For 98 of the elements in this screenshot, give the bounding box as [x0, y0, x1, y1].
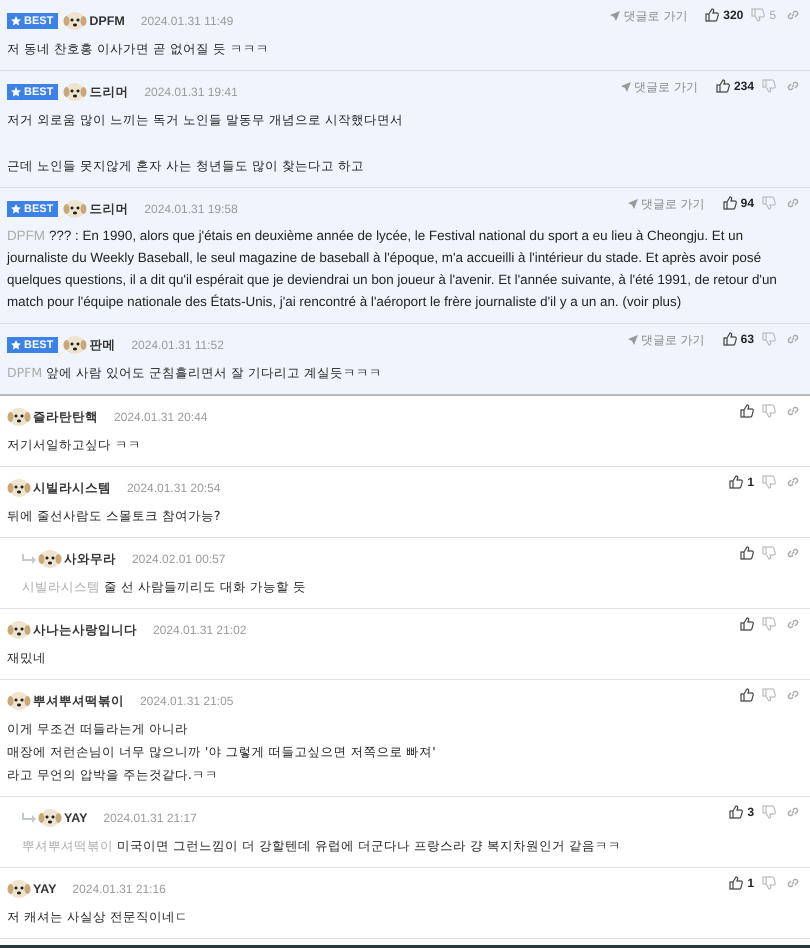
- comment-date: 2024.01.31 19:58: [144, 202, 238, 216]
- thumbs-down-icon[interactable]: [762, 404, 776, 418]
- author-name[interactable]: 시빌라시스템: [33, 480, 111, 496]
- comment-text: 매장에 저런손님이 너무 많으니까 '야 그렇게 떠들고싶으면 저쪽으로 빠져': [7, 743, 437, 761]
- comment-text: 저 캐셔는 사실상 전문직이네ㄷ: [7, 908, 189, 926]
- reply-arrow-icon: [22, 813, 36, 823]
- best-badge: BEST: [7, 201, 58, 217]
- thumbs-up-icon[interactable]: [716, 79, 730, 93]
- thumbs-up-icon[interactable]: [740, 688, 754, 702]
- like-count: 320: [723, 8, 744, 22]
- comment-text: 저 동네 찬호홍 이사가면 곧 없어질 듯 ㅋㅋㅋ: [7, 40, 270, 58]
- thumbs-down-icon[interactable]: [762, 546, 776, 560]
- comment-date: 2024.01.31 21:16: [72, 882, 166, 896]
- avatar-icon: [7, 476, 31, 500]
- comment-text: 이게 무조건 떠들라는게 아니라: [7, 720, 189, 738]
- thumbs-up-icon[interactable]: [740, 404, 754, 418]
- comment-date: 2024.01.31 20:54: [127, 481, 220, 495]
- author-name[interactable]: 드리머: [89, 200, 128, 218]
- best-badge: BEST: [7, 84, 58, 100]
- thumbs-up-icon[interactable]: [729, 475, 744, 489]
- thumbs-up-icon[interactable]: [740, 617, 754, 631]
- like-count: 234: [734, 79, 754, 93]
- comment-date: 2024.01.31 21:02: [153, 623, 246, 637]
- thumbs-down-icon[interactable]: [762, 617, 776, 631]
- avatar-icon: [7, 689, 31, 713]
- thumbs-up-icon[interactable]: [705, 8, 720, 22]
- link-icon[interactable]: [786, 546, 800, 560]
- comment-text: DPFM 앞에 사람 있어도 군침흘리면서 잘 기다리고 계실듯ㅋㅋㅋ: [7, 364, 383, 382]
- send-arrow-icon[interactable]: [628, 199, 638, 209]
- link-icon[interactable]: [786, 79, 800, 93]
- avatar-icon: [63, 9, 88, 33]
- thumbs-up-icon[interactable]: [740, 546, 754, 560]
- thumbs-down-icon[interactable]: [751, 8, 766, 22]
- author-name[interactable]: 사나는사랑입니다: [33, 622, 137, 638]
- like-count: 1: [747, 475, 754, 489]
- best-badge: BEST: [7, 13, 58, 29]
- thumbs-down-icon[interactable]: [762, 805, 776, 819]
- thumbs-up-icon[interactable]: [722, 332, 737, 346]
- thumbs-down-icon[interactable]: [762, 196, 776, 210]
- like-count: 3: [747, 805, 754, 819]
- comment-date: 2024.01.31 11:49: [140, 14, 234, 28]
- comment-text: 재밌네: [7, 649, 47, 667]
- author-name[interactable]: YAY: [64, 811, 88, 825]
- author-name[interactable]: 뿌셔뿌셔떡볶이: [33, 692, 124, 710]
- comment-text: 저기서일하고싶다 ㅋㅋ: [7, 436, 142, 454]
- link-icon[interactable]: [786, 8, 800, 22]
- like-count: 94: [740, 196, 754, 210]
- comment-date: 2024.01.31 21:17: [103, 811, 197, 825]
- send-arrow-icon[interactable]: [621, 82, 632, 92]
- avatar-icon: [7, 618, 31, 642]
- avatar-icon: [63, 333, 88, 357]
- avatar-icon: [38, 806, 62, 830]
- link-icon[interactable]: [786, 404, 800, 418]
- comment-date: 2024.01.31 19:41: [144, 85, 238, 99]
- dislike-count: 5: [769, 8, 776, 22]
- reply-arrow-icon: [22, 554, 36, 564]
- best-badge: BEST: [7, 337, 58, 353]
- comment-text: 근데 노인들 못지않게 혼자 사는 청년들도 많이 찾는다고 하고: [7, 157, 365, 175]
- avatar-icon: [38, 547, 62, 571]
- thumbs-up-icon[interactable]: [729, 876, 744, 890]
- comment-date: 2024.01.31 20:44: [114, 410, 208, 424]
- comment-date: 2024.02.01 00:57: [132, 552, 226, 566]
- thumbs-down-icon[interactable]: [762, 876, 776, 890]
- link-icon[interactable]: [786, 688, 800, 702]
- link-icon[interactable]: [786, 805, 800, 819]
- link-icon[interactable]: [786, 617, 800, 631]
- comment-text: 저거 외로움 많이 느끼는 독거 노인들 말동무 개념으로 시작했다면서: [7, 111, 404, 129]
- link-icon[interactable]: [786, 332, 800, 346]
- avatar-icon: [63, 80, 88, 104]
- comment-text: 시빌라시스템 줄 선 사람들끼리도 대화 가능할 듯: [22, 578, 307, 596]
- comment-text: 뒤에 줄선사람도 스몰토크 참여가능?: [7, 507, 222, 525]
- comment-date: 2024.01.31 11:52: [131, 338, 224, 352]
- author-name[interactable]: DPFM: [89, 14, 125, 28]
- avatar-icon: [63, 197, 88, 221]
- author-name[interactable]: 드리머: [89, 84, 128, 100]
- author-name[interactable]: 사와무라: [64, 550, 116, 568]
- author-name[interactable]: 판메: [89, 336, 116, 354]
- send-arrow-icon[interactable]: [610, 11, 620, 21]
- like-count: 63: [740, 332, 754, 346]
- thumbs-down-icon[interactable]: [762, 79, 776, 93]
- comment-text: 뿌셔뿌셔떡볶이 미국이면 그런느낌이 더 강할텐데 유럽에 더군다나 프랑스라 걍 복지차원인거 같음ㅋㅋ: [22, 837, 622, 855]
- like-count: 1: [747, 876, 754, 890]
- comment-date: 2024.01.31 21:05: [140, 694, 234, 708]
- author-name[interactable]: YAY: [33, 882, 56, 896]
- comment-text: DPFM ??? : En 1990, alors que j'étais en deuxième année de lycée, le Festival national du sport a eu lieu à Cheongju. Et un journaliste du Weekly Baseball, le seul magazine de baseball à l'époque, m'a accueilli à l'intérieur du stade. Et après avoir posé quelques questions, il a dit qu'il espérait que je deviendrai un bon joueur à l'avenir. Et l'année suivante, à l'été 1991, de retour d'un match pour l'équipe nationale des États-Unis, j'ai rencontré à l'aéroport le frère journaliste d'il y a un an. (voir plus): [7, 227, 778, 311]
- link-icon[interactable]: [786, 196, 800, 210]
- send-arrow-icon[interactable]: [628, 335, 638, 345]
- comment-text: 라고 무언의 압박을 주는것같다.ㅋㅋ: [7, 766, 219, 784]
- author-name[interactable]: 즐라탄탄핵: [33, 408, 98, 426]
- thumbs-up-icon[interactable]: [729, 805, 744, 819]
- thumbs-up-icon[interactable]: [722, 196, 737, 210]
- link-icon[interactable]: [786, 876, 800, 890]
- avatar-icon: [7, 405, 31, 429]
- link-icon[interactable]: [786, 475, 800, 489]
- thumbs-down-icon[interactable]: [762, 332, 776, 346]
- thumbs-down-icon[interactable]: [762, 688, 776, 702]
- thumbs-down-icon[interactable]: [762, 475, 776, 489]
- avatar-icon: [7, 877, 31, 901]
